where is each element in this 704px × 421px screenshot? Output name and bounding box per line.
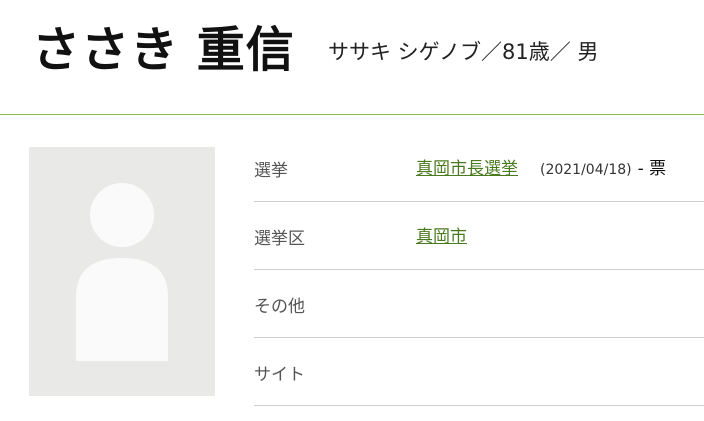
candidate-name: ささき 重信 [32, 22, 295, 78]
election-label: 選挙 [254, 161, 288, 181]
district-link[interactable]: 真岡市 [416, 227, 467, 247]
candidate-subtitle: ササキ シゲノブ／81歳／ 男 [328, 40, 599, 64]
district-label: 選挙区 [254, 229, 305, 249]
profile-header: ささき 重信 ササキ シゲノブ／81歳／ 男 [0, 0, 704, 115]
person-placeholder-icon [76, 183, 168, 361]
election-date: (2021/04/18) [540, 162, 632, 178]
detail-row-other: その他 [254, 270, 704, 338]
detail-row-district: 選挙区 真岡市 [254, 202, 704, 270]
site-label: サイト [254, 365, 305, 385]
election-value: 真岡市長選挙 (2021/04/18) - 票 [416, 154, 666, 179]
election-link[interactable]: 真岡市長選挙 [416, 159, 518, 179]
district-value: 真岡市 [416, 222, 467, 247]
details-table: 選挙 真岡市長選挙 (2021/04/18) - 票 選挙区 真岡市 その他 サイト [254, 134, 704, 406]
detail-row-site: サイト [254, 338, 704, 406]
election-votes: - 票 [637, 159, 667, 179]
detail-row-election: 選挙 真岡市長選挙 (2021/04/18) - 票 [254, 134, 704, 202]
other-label: その他 [254, 297, 305, 317]
candidate-photo [29, 147, 215, 396]
